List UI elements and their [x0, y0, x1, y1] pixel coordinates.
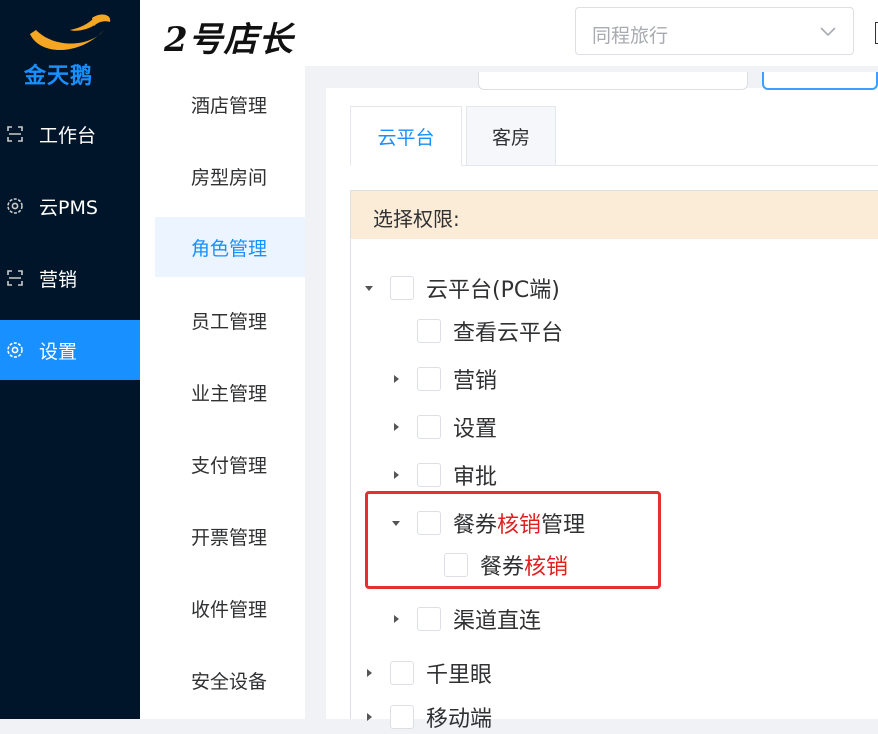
gear-icon	[5, 196, 25, 216]
tree-node-label: 餐券核销	[480, 549, 568, 581]
tree-node-cloud-platform-pc[interactable]: 云平台(PC端)	[362, 271, 560, 305]
tree-node-label: 营销	[453, 369, 498, 394]
checkbox[interactable]	[417, 511, 441, 535]
submenu-item-receiving[interactable]: 收件管理	[155, 578, 305, 638]
main-sidebar: 金天鹅 工作台 云PMS 营销 设置	[0, 0, 140, 719]
caret-right-icon[interactable]	[389, 612, 403, 626]
tree-node-label: 云平台(PC端)	[426, 278, 560, 303]
label-part: 管理	[541, 513, 586, 538]
tree-node-clairvoyance[interactable]: 千里眼	[362, 656, 492, 690]
tree-node-label: 千里眼	[426, 663, 493, 688]
sidebar-item-settings[interactable]: 设置	[0, 320, 140, 380]
sidebar-item-marketing[interactable]: 营销	[0, 248, 140, 308]
label-part: 餐券	[480, 555, 525, 580]
permission-header-label: 选择权限:	[373, 207, 460, 231]
tree-node-meal-voucher-redeem[interactable]: 餐券核销	[416, 548, 568, 582]
tree-node-mobile[interactable]: 移动端	[362, 700, 492, 734]
gear-icon	[5, 340, 25, 360]
submenu-item-staff[interactable]: 员工管理	[155, 290, 305, 350]
swan-logo-icon	[30, 14, 111, 51]
tree-node-label: 设置	[453, 417, 498, 442]
checkbox[interactable]	[390, 276, 414, 300]
tree-node-channel-direct[interactable]: 渠道直连	[389, 602, 541, 636]
permission-box: 选择权限:	[350, 190, 878, 719]
checkbox[interactable]	[390, 661, 414, 685]
settings-submenu: 酒店管理 房型房间 角色管理 员工管理 业主管理 支付管理 开票管理 收件管理 …	[140, 66, 305, 719]
checkbox[interactable]	[444, 553, 468, 577]
submenu-item-room-types[interactable]: 房型房间	[155, 146, 305, 206]
submenu-item-payment[interactable]: 支付管理	[155, 434, 305, 494]
submenu-item-owners[interactable]: 业主管理	[155, 362, 305, 422]
caret-right-icon[interactable]	[389, 420, 403, 434]
tree-node-settings[interactable]: 设置	[389, 410, 497, 444]
checkbox[interactable]	[417, 463, 441, 487]
caret-down-icon[interactable]	[362, 281, 376, 295]
tree-node-approval[interactable]: 审批	[389, 458, 497, 492]
hotel-select-value: 同程旅行	[592, 25, 669, 47]
form-field-stub-focused[interactable]	[762, 72, 878, 90]
caret-right-icon[interactable]	[362, 666, 376, 680]
tree-node-marketing[interactable]: 营销	[389, 362, 497, 396]
submenu-item-roles[interactable]: 角色管理	[155, 217, 305, 277]
caret-right-icon[interactable]	[389, 468, 403, 482]
tree-node-meal-voucher-management[interactable]: 餐券核销管理	[389, 506, 585, 540]
checkbox[interactable]	[417, 415, 441, 439]
caret-right-icon[interactable]	[389, 372, 403, 386]
submenu-item-invoice[interactable]: 开票管理	[155, 506, 305, 566]
sidebar-item-workbench[interactable]: 工作台	[0, 104, 140, 164]
submenu-item-hotel[interactable]: 酒店管理	[155, 74, 305, 134]
label-part-highlighted: 核销	[524, 555, 569, 580]
sidebar-item-label: 设置	[39, 340, 78, 363]
form-field-stub[interactable]	[478, 72, 748, 90]
sidebar-item-cloud-pms[interactable]: 云PMS	[0, 176, 140, 236]
workbench-icon	[5, 124, 25, 144]
caret-down-icon[interactable]	[389, 516, 403, 530]
tree-node-label: 查看云平台	[453, 321, 564, 346]
brand-title: 2号店长	[164, 20, 294, 60]
submenu-item-security-devices[interactable]: 安全设备	[155, 650, 305, 710]
marketing-icon	[5, 268, 25, 288]
tree-node-view-cloud-platform[interactable]: 查看云平台	[389, 314, 563, 348]
tab-rooms[interactable]: 客房	[466, 106, 556, 166]
label-part: 餐券	[453, 513, 498, 538]
logo-text: 金天鹅	[24, 64, 94, 89]
top-header: 2号店长 同程旅行	[140, 0, 878, 66]
checkbox[interactable]	[417, 367, 441, 391]
chevron-down-icon	[819, 22, 837, 45]
hotel-select[interactable]: 同程旅行	[575, 7, 854, 55]
sidebar-item-label: 工作台	[39, 124, 97, 147]
caret-right-icon[interactable]	[362, 710, 376, 724]
tree-node-label: 审批	[453, 465, 498, 490]
checkbox[interactable]	[417, 607, 441, 631]
sidebar-item-label: 云PMS	[39, 196, 98, 219]
logo: 金天鹅	[0, 0, 140, 96]
sidebar-item-label: 营销	[39, 268, 78, 291]
checkbox[interactable]	[417, 319, 441, 343]
tab-cloud-platform[interactable]: 云平台	[350, 106, 462, 166]
label-part-highlighted: 核销	[497, 513, 542, 538]
tree-node-label: 渠道直连	[453, 609, 542, 634]
checkbox[interactable]	[390, 705, 414, 729]
tree-node-label: 移动端	[426, 707, 493, 732]
tree-node-label: 餐券核销管理	[453, 507, 585, 539]
permission-header: 选择权限:	[351, 191, 878, 239]
